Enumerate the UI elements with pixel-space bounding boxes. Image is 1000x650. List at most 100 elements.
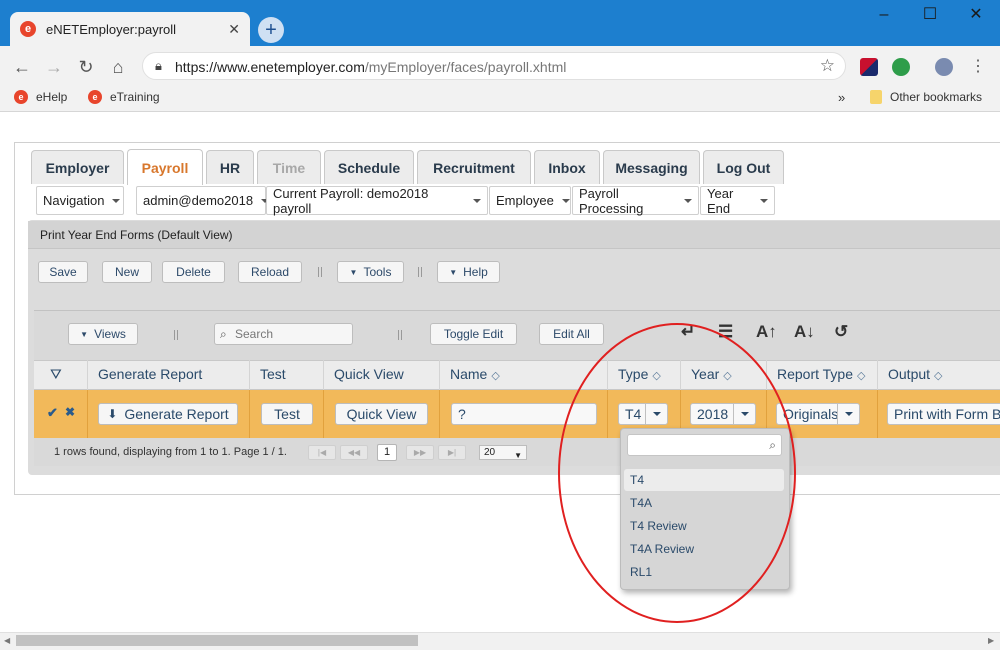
tab-payroll[interactable]: Payroll (127, 149, 203, 185)
grid-toolbar (34, 310, 1000, 360)
test-button[interactable]: Test (261, 403, 313, 425)
chevron-down-icon (473, 198, 481, 203)
lock-icon: 🔒︎ (155, 58, 162, 73)
pager-status: 1 rows found, displaying from 1 to 1. Pa… (54, 446, 287, 458)
page-size-select[interactable]: 20 ▼ (479, 445, 527, 460)
menu-employee[interactable]: Employee (489, 186, 571, 215)
divider (418, 267, 422, 277)
col-type[interactable]: Type ◇ (608, 360, 681, 390)
last-page-button[interactable]: ▶| (438, 445, 466, 460)
tools-button[interactable]: ▼ Tools (337, 261, 404, 283)
bookmark-etraining[interactable]: e eTraining (88, 90, 160, 104)
reload-button[interactable]: Reload (238, 261, 302, 283)
divider (398, 330, 402, 340)
menu-navigation[interactable]: Navigation (36, 186, 124, 215)
scroll-right-icon[interactable]: ▶ (988, 636, 994, 645)
next-page-button[interactable]: ▶▶ (406, 445, 434, 460)
current-page[interactable]: 1 (377, 444, 397, 461)
address-bar[interactable]: 🔒︎ https://www.enetemployer.com/myEmploy… (142, 52, 846, 80)
new-button[interactable]: New (102, 261, 152, 283)
shield-extension-icon[interactable] (892, 58, 910, 76)
menu-kebab-icon[interactable]: ⋮ (966, 55, 990, 79)
dropdown-option-t4-review[interactable]: T4 Review (624, 515, 784, 537)
menu-user[interactable]: admin@demo2018 (136, 186, 270, 215)
type-select[interactable]: T4 (618, 403, 668, 425)
filter-icon[interactable]: ⛛ (34, 360, 88, 390)
bookmarks-overflow-icon[interactable]: » (838, 90, 845, 105)
divider (174, 330, 178, 340)
browser-toolbar: ← → ↻ ⌂ 🔒︎ https://www.enetemployer.com/… (0, 46, 1000, 86)
year-value: 2018 (697, 406, 729, 422)
folder-icon (870, 90, 882, 104)
close-tab-icon[interactable]: ✕ (228, 21, 240, 38)
minimize-button[interactable]: – (864, 4, 904, 26)
other-bookmarks[interactable]: Other bookmarks (870, 90, 982, 104)
maximize-button[interactable]: ☐ (910, 4, 950, 26)
report-type-value: Originals (783, 406, 839, 422)
enet-logo-icon: e (88, 90, 102, 104)
tab-schedule[interactable]: Schedule (324, 150, 414, 184)
col-report-type[interactable]: Report Type ◇ (767, 360, 878, 390)
browser-tab[interactable]: e eNETEmployer:payroll ✕ (10, 12, 250, 46)
generate-report-button[interactable]: ⬇ Generate Report (98, 403, 238, 425)
views-button[interactable]: ▼ Views (68, 323, 138, 345)
quick-view-button[interactable]: Quick View (335, 403, 428, 425)
search-icon: ⌕ (220, 327, 227, 341)
scrollbar-thumb[interactable] (16, 635, 418, 646)
divider (318, 267, 322, 277)
chevron-down-icon (561, 198, 570, 203)
tab-employer[interactable]: Employer (31, 150, 124, 184)
reload-browser-button[interactable]: ↻ (74, 55, 98, 79)
column-list-icon[interactable]: ☰ (718, 322, 733, 342)
profile-avatar[interactable] (935, 58, 953, 76)
search-input[interactable]: ⌕ Search (214, 323, 353, 345)
new-tab-button[interactable]: + (258, 17, 284, 43)
tab-recruitment[interactable]: Recruitment (417, 150, 531, 184)
first-page-button[interactable]: |◀ (308, 445, 336, 460)
tab-hr[interactable]: HR (206, 150, 254, 184)
menu-year-end[interactable]: Year End (700, 186, 775, 216)
col-name[interactable]: Name ◇ (440, 360, 608, 390)
sort-icon: ◇ (491, 370, 500, 382)
help-button[interactable]: ▼ Help (437, 261, 500, 283)
cancel-x-icon[interactable]: ✖ (65, 405, 75, 419)
report-type-select[interactable]: Originals (776, 403, 860, 425)
prev-page-button[interactable]: ◀◀ (340, 445, 368, 460)
menu-current-payroll[interactable]: Current Payroll: demo2018 payroll (266, 186, 488, 216)
dropdown-option-t4[interactable]: T4 (624, 469, 784, 491)
scroll-left-icon[interactable]: ◀ (4, 636, 10, 645)
edit-all-button[interactable]: Edit All (539, 323, 604, 345)
bookmark-star-icon[interactable]: ☆ (820, 56, 835, 76)
home-button[interactable]: ⌂ (106, 55, 130, 79)
chevron-down-icon (837, 404, 859, 424)
forward-button[interactable]: → (42, 55, 66, 79)
delete-button[interactable]: Delete (162, 261, 225, 283)
chevron-down-icon (733, 404, 755, 424)
bookmark-ehelp[interactable]: e eHelp (14, 90, 67, 104)
col-output[interactable]: Output ◇ (878, 360, 1000, 390)
tab-messaging[interactable]: Messaging (603, 150, 700, 184)
dropdown-option-rl1[interactable]: RL1 (624, 561, 784, 583)
confirm-check-icon[interactable]: ✔ (47, 405, 58, 421)
font-decrease-icon[interactable]: A↓ (794, 322, 815, 342)
chevron-down-icon: ▼ (80, 329, 89, 339)
year-select[interactable]: 2018 (690, 403, 756, 425)
tab-logout[interactable]: Log Out (703, 150, 784, 184)
menu-payroll-processing[interactable]: Payroll Processing (572, 186, 699, 216)
wrap-text-icon[interactable]: ↵ (681, 322, 695, 342)
close-window-button[interactable]: ✕ (956, 4, 996, 26)
save-button[interactable]: Save (38, 261, 88, 283)
toggle-edit-button[interactable]: Toggle Edit (430, 323, 517, 345)
dropdown-search-input[interactable]: ⌕ (627, 434, 782, 456)
font-increase-icon[interactable]: A↑ (756, 322, 777, 342)
reset-icon[interactable]: ↺ (834, 322, 848, 342)
dropdown-option-t4a[interactable]: T4A (624, 492, 784, 514)
col-year[interactable]: Year ◇ (681, 360, 767, 390)
back-button[interactable]: ← (10, 55, 34, 79)
dropdown-option-t4a-review[interactable]: T4A Review (624, 538, 784, 560)
tab-title: eNETEmployer:payroll (46, 21, 177, 37)
output-select[interactable]: Print with Form Bac (887, 403, 1000, 425)
tab-inbox[interactable]: Inbox (534, 150, 600, 184)
flag-extension-icon[interactable] (860, 58, 878, 76)
name-field[interactable]: ? (451, 403, 597, 425)
